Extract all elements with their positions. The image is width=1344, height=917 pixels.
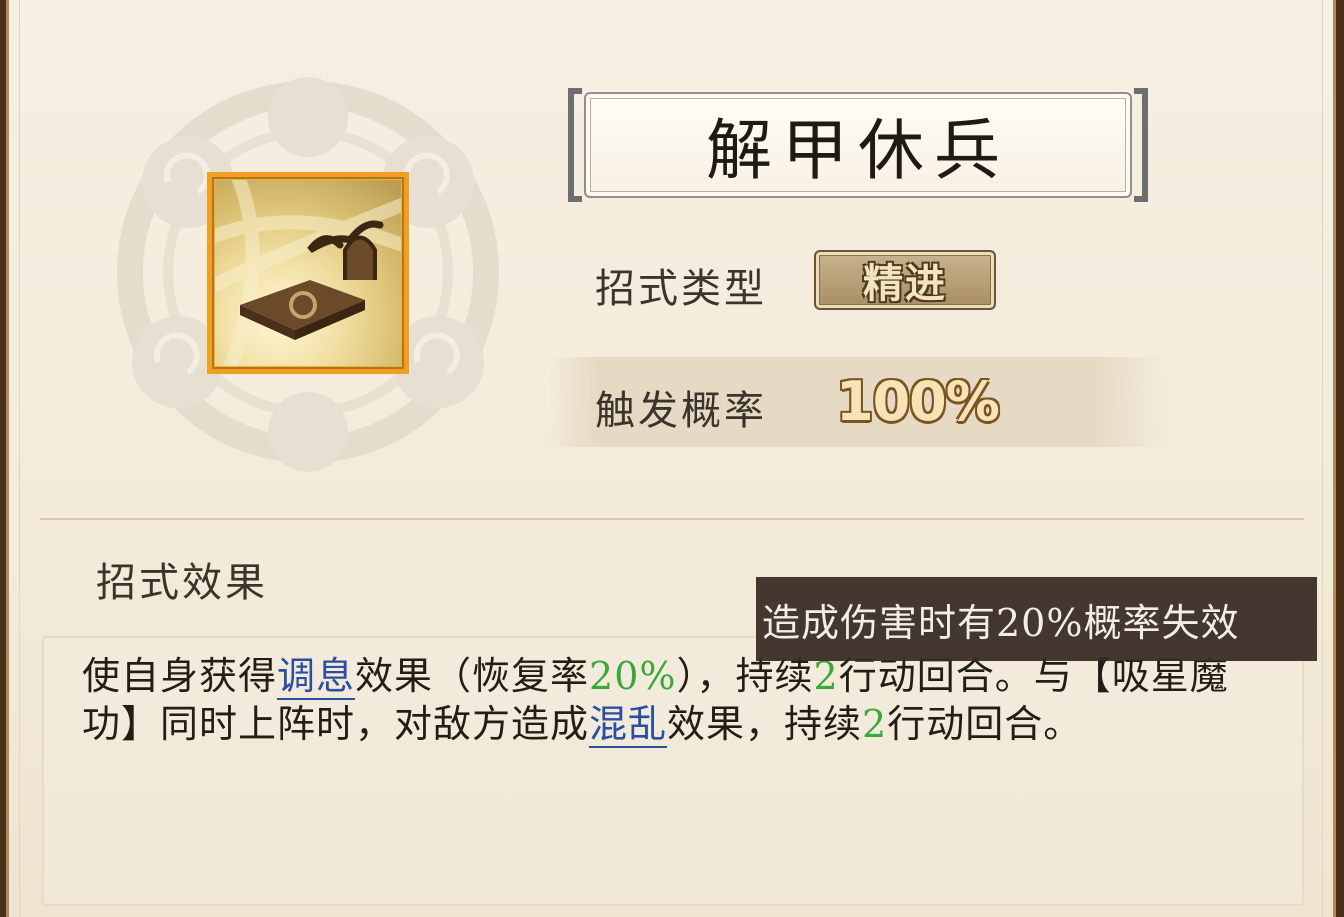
skill-icon-art [215,180,401,366]
effect-text-segment: 效果（恢复率 [355,654,590,698]
skill-name: 解甲休兵 [706,112,1010,189]
effect-text-segment: 行动回合。 [887,702,1083,746]
skill-type-label: 招式类型 [595,266,767,312]
armor-rest-skill-icon [215,180,401,366]
effect-description: 使自身获得调息效果（恢复率20%），持续2行动回合。与【吸星魔功】同时上阵时，对… [82,652,1272,748]
tooltip-text: 造成伤害时有20%概率失效 [762,600,1240,645]
skill-type-badge: 精进 [814,250,996,310]
section-divider [40,518,1304,520]
skill-title-plaque: 解甲休兵 [568,88,1148,202]
effect-number: 2 [862,702,888,746]
effect-text-segment: 效果，持续 [667,702,863,746]
effect-keyword-link[interactable]: 混乱 [589,702,668,748]
skill-icon-frame[interactable] [207,172,409,374]
trigger-rate-value: 100% [836,370,1000,433]
keyword-tooltip: 造成伤害时有20%概率失效 [756,577,1317,661]
effect-section-label: 招式效果 [96,560,268,606]
effect-number: 20% [589,654,677,698]
effect-keyword-link[interactable]: 调息 [277,654,356,700]
trigger-rate-label: 触发概率 [595,388,767,434]
skill-type-value: 精进 [863,260,947,307]
effect-text-segment: 使自身获得 [82,654,278,698]
